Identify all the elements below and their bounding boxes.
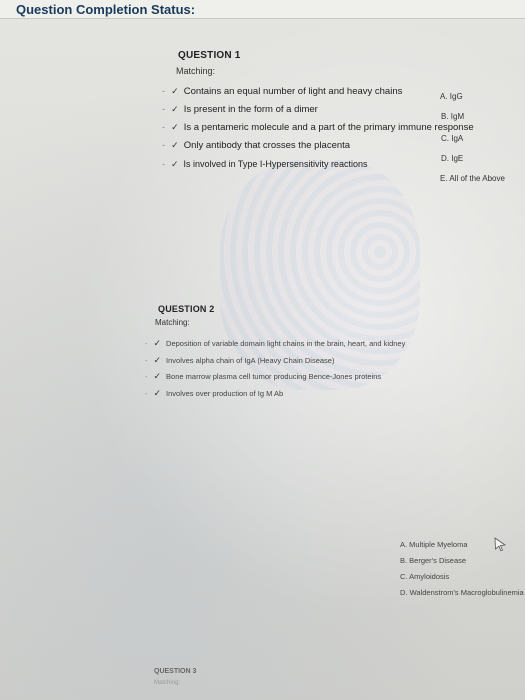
- chevron-down-icon[interactable]: ✓: [171, 140, 179, 150]
- question-1-option: D. IgE: [441, 154, 464, 163]
- question-1-type-label: Matching:: [176, 66, 216, 76]
- dash-icon: -: [162, 86, 166, 97]
- question-2-title: QUESTION 2: [158, 304, 215, 314]
- question-1-option: A. IgG: [440, 92, 463, 101]
- question-2-option: A. Multiple Myeloma: [400, 540, 468, 549]
- question-2-item[interactable]: - ✓ Deposition of variable domain light ch…: [145, 338, 405, 349]
- question-1-item[interactable]: - ✓ Only antibody that crosses the placent…: [162, 140, 350, 151]
- question-1-title: QUESTION 1: [178, 50, 241, 61]
- dash-icon: -: [145, 339, 148, 348]
- dash-icon: -: [162, 104, 166, 115]
- chevron-down-icon[interactable]: ✓: [171, 122, 179, 132]
- mouse-cursor-icon: [494, 537, 507, 552]
- dash-icon: -: [145, 356, 148, 365]
- question-3-title: QUESTION 3: [154, 668, 197, 675]
- question-2-item[interactable]: - ✓ Bone marrow plasma cell tumor producin…: [145, 371, 381, 382]
- question-2-item[interactable]: - ✓ Involves alpha chain of IgA (Heavy Cha…: [145, 355, 334, 366]
- dash-icon: -: [162, 122, 166, 133]
- question-2-option: C. Amyloidosis: [400, 572, 450, 581]
- chevron-down-icon[interactable]: ✓: [154, 338, 162, 348]
- question-1-option: E. All of the Above: [440, 174, 505, 183]
- question-3-type-label: Matching:: [154, 680, 181, 686]
- question-1-option: C. IgA: [441, 134, 464, 143]
- question-1-item[interactable]: - ✓ Is involved in Type I-Hypersensitivity…: [162, 159, 367, 170]
- question-completion-status-title: Question Completion Status:: [16, 2, 196, 17]
- dash-icon: -: [145, 372, 148, 381]
- dash-icon: -: [162, 140, 166, 151]
- question-2-item[interactable]: - ✓ Involves over production of Ig M Ab: [145, 388, 283, 399]
- question-1-item[interactable]: - ✓ Contains an equal number of light and …: [162, 86, 402, 97]
- chevron-down-icon[interactable]: ✓: [154, 371, 162, 381]
- question-1-item[interactable]: - ✓ Is present in the form of a dimer: [162, 104, 318, 115]
- chevron-down-icon[interactable]: ✓: [171, 104, 179, 114]
- question-2-option: B. Berger's Disease: [400, 556, 467, 565]
- chevron-down-icon[interactable]: ✓: [171, 159, 179, 169]
- dash-icon: -: [145, 389, 148, 398]
- question-2-option: D. Waldenstrom's Macroglobulinemia: [400, 588, 524, 597]
- question-1-item[interactable]: - ✓ Is a pentameric molecule and a part of…: [162, 122, 474, 133]
- dash-icon: -: [162, 159, 165, 169]
- question-1-option: B. IgM: [441, 112, 465, 121]
- chevron-down-icon[interactable]: ✓: [154, 388, 162, 398]
- status-bar: Question Completion Status:: [0, 0, 525, 19]
- chevron-down-icon[interactable]: ✓: [171, 86, 179, 96]
- question-2-type-label: Matching:: [155, 318, 190, 327]
- chevron-down-icon[interactable]: ✓: [154, 355, 162, 365]
